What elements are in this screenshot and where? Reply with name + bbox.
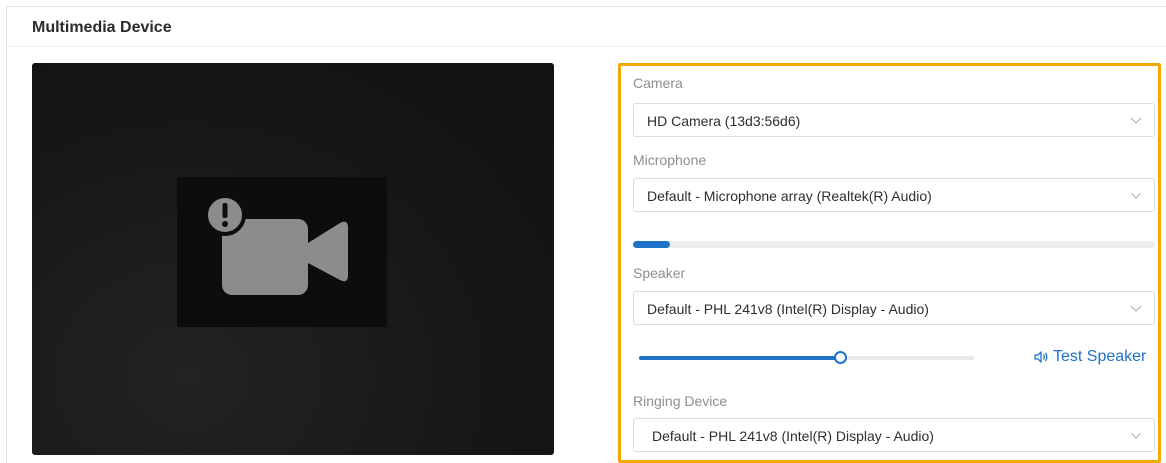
speaker-label: Speaker [633,265,686,281]
panel-title: Multimedia Device [32,19,172,36]
ringing-device-label: Ringing Device [633,393,728,409]
chevron-down-icon [1130,192,1142,199]
microphone-select[interactable]: Default - Microphone array (Realtek(R) A… [633,178,1155,212]
chevron-down-icon [1130,432,1142,439]
speaker-volume-handle[interactable] [834,351,847,364]
speaker-select[interactable]: Default - PHL 241v8 (Intel(R) Display - … [633,291,1155,325]
microphone-level-fill [633,241,670,248]
camera-error-icon [204,194,348,295]
test-speaker-button[interactable]: Test Speaker [1033,348,1146,368]
speaker-volume-fill [639,356,840,360]
camera-label: Camera [633,75,683,91]
device-settings: Camera HD Camera (13d3:56d6) Microphone … [618,63,1161,463]
panel-header: Multimedia Device [7,7,1166,47]
ringing-device-select[interactable]: Default - PHL 241v8 (Intel(R) Display - … [633,418,1155,452]
camera-placeholder [177,177,387,327]
microphone-select-value: Default - Microphone array (Realtek(R) A… [647,188,932,204]
ringing-device-select-value: Default - PHL 241v8 (Intel(R) Display - … [652,428,934,444]
microphone-level-meter [633,241,1155,248]
multimedia-device-panel: Multimedia Device Camera HD Camera (13d3… [6,6,1166,463]
speaker-select-value: Default - PHL 241v8 (Intel(R) Display - … [647,301,929,317]
microphone-label: Microphone [633,152,707,168]
camera-select-value: HD Camera (13d3:56d6) [647,113,801,129]
chevron-down-icon [1130,117,1142,124]
speaker-volume-slider[interactable] [639,351,974,364]
camera-select[interactable]: HD Camera (13d3:56d6) [633,103,1155,137]
camera-preview [32,63,554,455]
speaker-icon [1034,351,1048,363]
test-speaker-label: Test Speaker [1053,348,1147,365]
chevron-down-icon [1130,305,1142,312]
